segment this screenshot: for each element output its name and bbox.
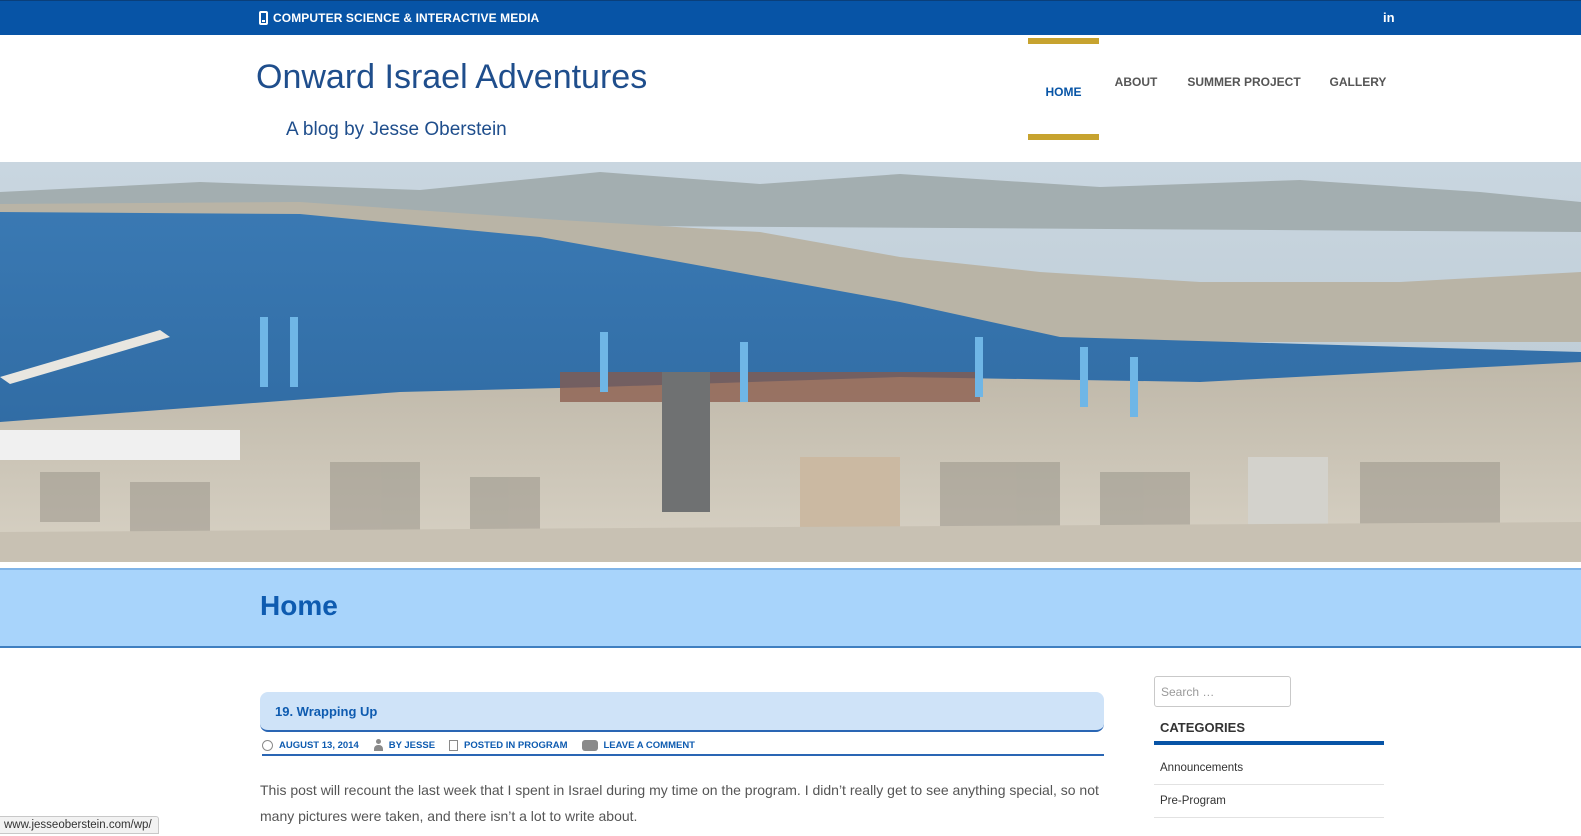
nav-item-about[interactable]: ABOUT bbox=[1108, 38, 1164, 140]
search-input[interactable] bbox=[1154, 676, 1291, 707]
header-image bbox=[0, 162, 1581, 562]
categories-heading: CATEGORIES bbox=[1154, 720, 1384, 745]
site-title[interactable]: Onward Israel Adventures bbox=[256, 58, 647, 97]
categories-list: Announcements Pre-Program bbox=[1154, 752, 1384, 818]
category-item-pre-program[interactable]: Pre-Program bbox=[1154, 785, 1384, 818]
post-date-link[interactable]: AUGUST 13, 2014 bbox=[279, 740, 359, 751]
posted-in-label: POSTED IN bbox=[464, 739, 516, 751]
post-meta: AUGUST 13, 2014 BY JESSE POSTED IN PROGR… bbox=[262, 736, 1104, 756]
page-title-band: Home bbox=[0, 568, 1581, 648]
document-icon bbox=[449, 739, 459, 751]
post-category-link[interactable]: PROGRAM bbox=[518, 740, 568, 751]
post-excerpt: This post will recount the last week tha… bbox=[260, 782, 1099, 824]
comment-icon bbox=[581, 739, 598, 751]
leave-comment-link[interactable]: LEAVE A COMMENT bbox=[604, 740, 695, 751]
nav-item-summer-project[interactable]: SUMMER PROJECT bbox=[1180, 38, 1308, 140]
site-tagline: COMPUTER SCIENCE & INTERACTIVE MEDIA bbox=[259, 11, 539, 25]
top-bar: COMPUTER SCIENCE & INTERACTIVE MEDIA in bbox=[0, 0, 1581, 35]
post-author-link[interactable]: BY JESSE bbox=[389, 740, 435, 751]
haifa-panorama-image bbox=[0, 162, 1581, 562]
category-item-announcements[interactable]: Announcements bbox=[1154, 752, 1384, 785]
nav-item-home[interactable]: HOME bbox=[1028, 38, 1099, 140]
page-title: Home bbox=[260, 590, 338, 621]
clock-icon bbox=[262, 739, 273, 751]
linkedin-icon[interactable]: in bbox=[1383, 10, 1395, 25]
post-title-link[interactable]: 19. Wrapping Up bbox=[275, 704, 377, 719]
user-icon bbox=[373, 739, 383, 751]
site-description: A blog by Jesse Oberstein bbox=[286, 119, 507, 140]
post-title-box: 19. Wrapping Up bbox=[260, 692, 1104, 732]
mobile-icon bbox=[259, 11, 268, 25]
tagline-text: COMPUTER SCIENCE & INTERACTIVE MEDIA bbox=[273, 11, 540, 25]
status-bar-url: www.jesseoberstein.com/wp/ bbox=[0, 816, 159, 834]
nav-item-gallery[interactable]: GALLERY bbox=[1322, 38, 1394, 140]
